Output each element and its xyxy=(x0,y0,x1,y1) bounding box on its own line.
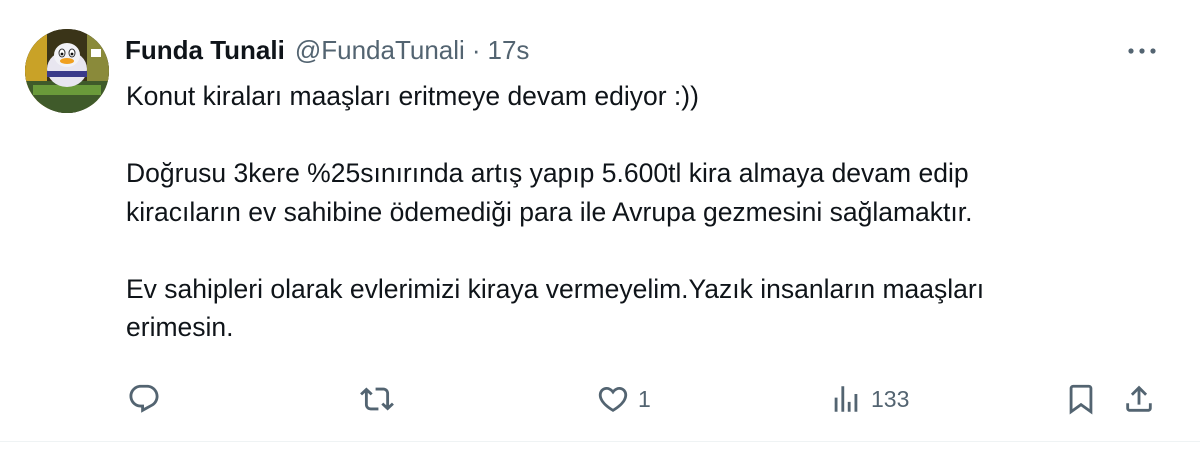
retweet-button[interactable] xyxy=(360,375,394,423)
bookmark-button[interactable] xyxy=(1064,375,1098,423)
more-options-button[interactable] xyxy=(1124,38,1160,64)
author-name[interactable]: Funda Tunali xyxy=(125,34,285,66)
views-icon xyxy=(834,386,858,412)
share-icon xyxy=(1126,385,1152,412)
like-button[interactable]: 1 xyxy=(596,375,651,423)
tweet-text: Konut kiraları maaşları eritmeye devam e… xyxy=(126,77,1186,347)
divider xyxy=(0,441,1200,442)
separator-dot: · xyxy=(471,35,481,65)
bookmark-icon xyxy=(1069,384,1093,415)
tweet-actions: 1 133 xyxy=(0,375,1200,423)
tweet-paragraph: Konut kiraları maaşları eritmeye devam e… xyxy=(126,81,699,111)
avatar-image xyxy=(25,29,109,113)
avatar[interactable] xyxy=(25,29,109,113)
author-handle[interactable]: @FundaTunali xyxy=(295,34,465,66)
tweet-paragraph: Doğrusu 3kere %25sınırında artış yapıp 5… xyxy=(126,158,973,227)
reply-icon xyxy=(129,384,159,413)
tweet-paragraph: Ev sahipleri olarak evlerimizi kiraya ve… xyxy=(126,273,985,343)
like-count: 1 xyxy=(638,385,651,412)
tweet-paragraph-spacer xyxy=(126,116,1186,155)
tweet-header: Funda Tunali @FundaTunali · 17s xyxy=(125,34,529,66)
views-count: 133 xyxy=(871,385,910,412)
tweet-paragraph-spacer xyxy=(126,231,1186,270)
share-button[interactable] xyxy=(1122,375,1156,423)
retweet-icon xyxy=(360,387,394,411)
tweet: Funda Tunali @FundaTunali · 17s Konut ki… xyxy=(0,0,1200,452)
more-icon xyxy=(1128,48,1156,54)
reply-button[interactable] xyxy=(127,375,161,423)
heart-icon xyxy=(598,386,628,412)
timestamp[interactable]: 17s xyxy=(487,34,529,66)
views-button[interactable]: 133 xyxy=(829,375,909,423)
